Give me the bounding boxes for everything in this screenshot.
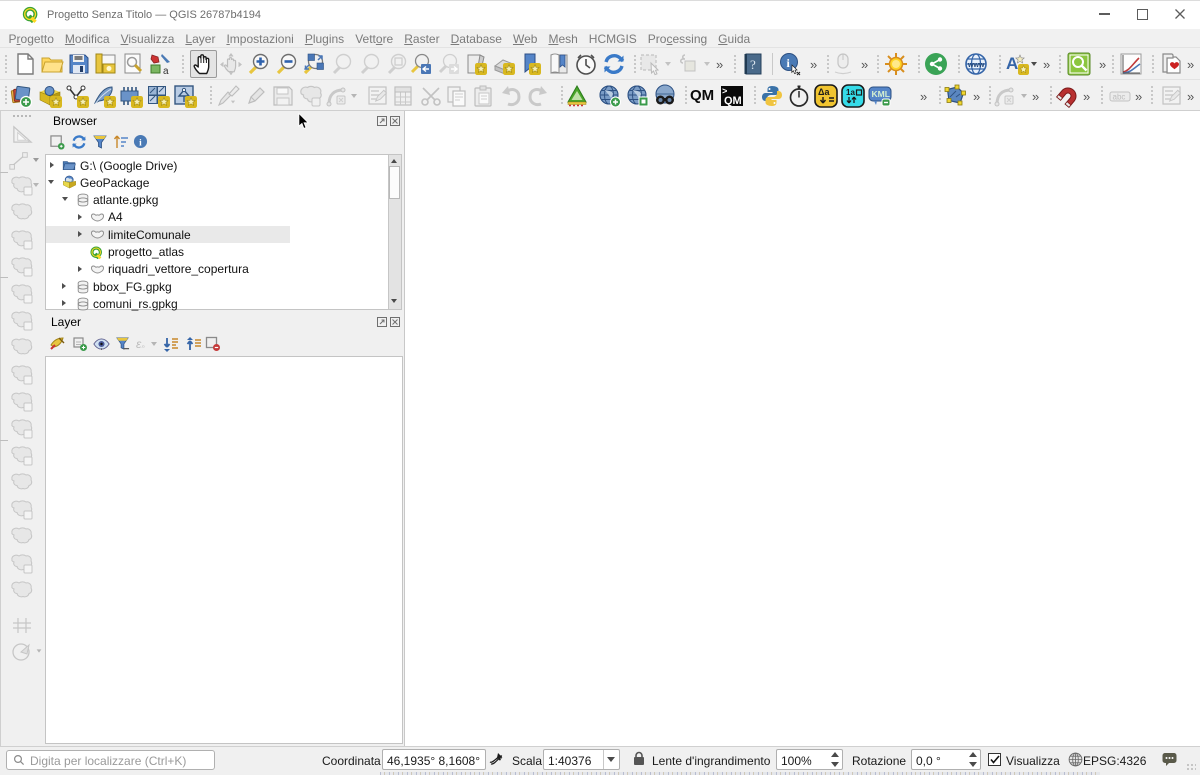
svg-text:i: i (139, 138, 142, 148)
